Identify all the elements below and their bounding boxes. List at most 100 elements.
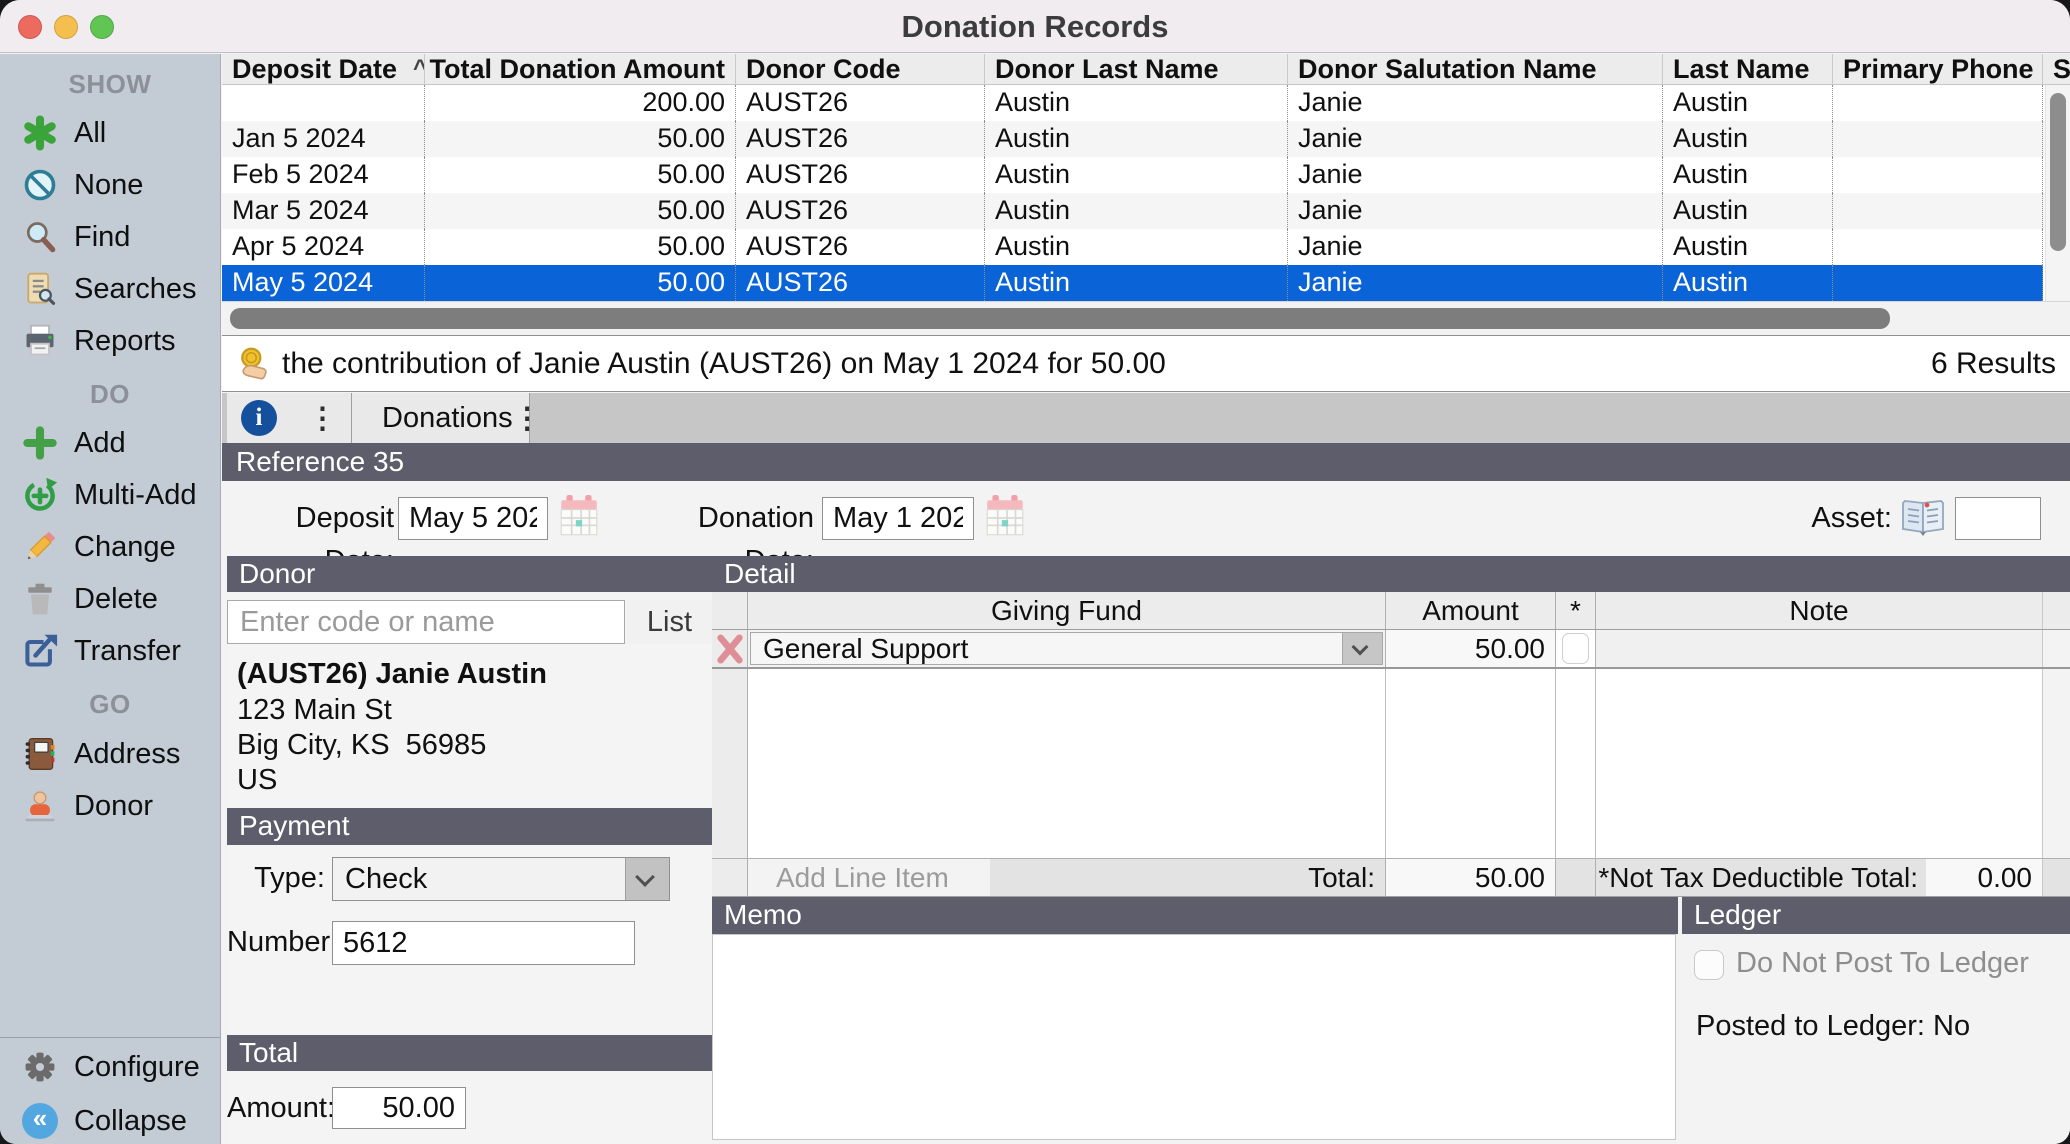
memo-input[interactable]: [712, 934, 1676, 1140]
cell-total: 50.00: [425, 193, 736, 229]
cell-donor-last-name: Austin: [985, 157, 1288, 193]
giving-fund-value: General Support: [751, 633, 1382, 664]
sidebar-item-all[interactable]: All: [0, 109, 220, 157]
sidebar-item-donor[interactable]: Donor: [0, 782, 220, 830]
horizontal-scrollbar[interactable]: [222, 301, 2070, 335]
payment-type-dropdown[interactable]: Check: [332, 857, 670, 901]
table-row-selected[interactable]: May 5 2024 50.00 AUST26 Austin Janie Aus…: [222, 265, 2070, 301]
column-header-primary-phone[interactable]: Primary Phone: [1833, 54, 2043, 84]
donor-icon: [20, 786, 60, 826]
sidebar-item-address[interactable]: Address: [0, 730, 220, 778]
donation-date-input[interactable]: [822, 497, 974, 540]
kebab-menu-icon[interactable]: ⋮: [513, 401, 542, 436]
vertical-scrollbar-thumb[interactable]: [2050, 93, 2066, 251]
asset-book-icon[interactable]: [1900, 499, 1946, 537]
cell-donor-code: AUST26: [736, 229, 985, 265]
sidebar-item-configure[interactable]: Configure: [0, 1043, 220, 1091]
sidebar-item-label: Transfer: [74, 635, 181, 668]
column-header-deposit-date[interactable]: Deposit Date^: [222, 54, 425, 84]
results-count: 6 Results: [1931, 347, 2056, 381]
asset-input[interactable]: [1955, 497, 2041, 540]
column-header-last-name[interactable]: Last Name: [1663, 54, 1833, 84]
sidebar-item-none[interactable]: None: [0, 161, 220, 209]
chevron-down-icon[interactable]: [625, 858, 669, 900]
table-row[interactable]: Apr 5 2024 50.00 AUST26 Austin Janie Aus…: [222, 229, 2070, 265]
red-x-icon: [715, 633, 745, 665]
deposit-date-input[interactable]: [398, 497, 548, 540]
memo-section: Memo: [712, 897, 1678, 1144]
kebab-menu-icon[interactable]: ⋮: [308, 401, 337, 436]
sidebar-item-transfer[interactable]: Transfer: [0, 627, 220, 675]
list-header-row: Deposit Date^ Total Donation Amount Dono…: [222, 54, 2070, 85]
column-header-donor-code[interactable]: Donor Code: [736, 54, 985, 84]
sidebar-item-collapse[interactable]: « Collapse: [0, 1097, 220, 1144]
giving-fund-dropdown[interactable]: General Support: [750, 632, 1383, 665]
donation-date-label: Donation Date:: [642, 497, 814, 540]
sidebar-section-do: DO: [0, 374, 220, 414]
donation-date-calendar-icon[interactable]: [984, 495, 1026, 541]
tab-bar: i ⋮ Donations ⋮: [222, 393, 2070, 443]
sidebar-item-label: Add: [74, 427, 126, 460]
not-tax-deductible-checkbox[interactable]: [1562, 633, 1589, 664]
column-header-clipped[interactable]: S: [2043, 54, 2070, 84]
donor-address-line: Big City, KS 56985: [237, 729, 486, 762]
detail-section: Detail Giving Fund Amount * Note General…: [712, 556, 2070, 897]
cell-last-name: Austin: [1663, 157, 1833, 193]
sidebar-item-find[interactable]: Find: [0, 213, 220, 261]
table-row[interactable]: Mar 5 2024 50.00 AUST26 Austin Janie Aus…: [222, 193, 2070, 229]
reference-header: Reference 35: [222, 443, 2070, 481]
horizontal-scrollbar-thumb[interactable]: [230, 308, 1890, 329]
sidebar-item-multi-add[interactable]: Multi-Add: [0, 471, 220, 519]
sidebar-item-change[interactable]: Change: [0, 523, 220, 571]
sidebar-item-add[interactable]: Add: [0, 419, 220, 467]
tab-donations[interactable]: Donations ⋮: [352, 393, 530, 443]
record-form-top: Deposit Date: Donation Date: Asset:: [222, 481, 2070, 556]
cell-deposit-date: Feb 5 2024: [222, 157, 425, 193]
cell-donor-last-name: Austin: [985, 265, 1288, 301]
sidebar-item-searches[interactable]: Searches: [0, 265, 220, 313]
chevron-down-icon[interactable]: [1342, 633, 1382, 664]
detail-column-star: *: [1556, 592, 1596, 629]
deposit-date-calendar-icon[interactable]: [558, 495, 600, 541]
list-body: 200.00 AUST26 Austin Janie Austin Jan 5 …: [222, 85, 2070, 301]
delete-line-item-button[interactable]: [712, 630, 748, 667]
table-row[interactable]: 200.00 AUST26 Austin Janie Austin: [222, 85, 2070, 121]
record-summary: the contribution of Janie Austin (AUST26…: [282, 347, 1166, 381]
ntd-total-label: *Not Tax Deductible Total:: [1598, 859, 1918, 896]
cell-deposit-date: [222, 85, 425, 121]
sidebar-item-label: Reports: [74, 325, 176, 358]
ntd-total-value: 0.00: [1926, 859, 2042, 896]
detail-section-header: Detail: [712, 556, 2070, 592]
detail-grid-empty-area: [712, 669, 2070, 858]
total-amount-input[interactable]: [332, 1087, 466, 1129]
column-header-donor-salutation-name[interactable]: Donor Salutation Name: [1288, 54, 1663, 84]
donor-search-input[interactable]: [227, 600, 625, 644]
donor-list-button[interactable]: List: [627, 600, 712, 644]
detail-grid-header: Giving Fund Amount * Note: [712, 592, 2070, 630]
table-row[interactable]: Jan 5 2024 50.00 AUST26 Austin Janie Aus…: [222, 121, 2070, 157]
payment-number-label: Number:: [227, 921, 325, 964]
sidebar-item-delete[interactable]: Delete: [0, 575, 220, 623]
cell-salutation: Janie: [1288, 229, 1663, 265]
delete-icon: [20, 579, 60, 619]
add-line-item-button[interactable]: Add Line Item: [748, 859, 990, 896]
detail-line-item-row: General Support 50.00: [712, 630, 2070, 669]
table-row[interactable]: Feb 5 2024 50.00 AUST26 Austin Janie Aus…: [222, 157, 2070, 193]
line-item-amount[interactable]: 50.00: [1386, 630, 1556, 667]
info-tab-segment[interactable]: i ⋮: [227, 393, 352, 443]
payment-number-input[interactable]: [332, 921, 635, 965]
status-bar: the contribution of Janie Austin (AUST26…: [222, 335, 2070, 392]
vertical-scrollbar[interactable]: [2045, 85, 2070, 301]
column-header-donor-last-name[interactable]: Donor Last Name: [985, 54, 1288, 84]
cell-primary-phone: [1833, 157, 2043, 193]
column-header-total-donation-amount[interactable]: Total Donation Amount: [425, 54, 736, 84]
info-icon[interactable]: i: [241, 400, 277, 436]
cell-donor-code: AUST26: [736, 121, 985, 157]
do-not-post-checkbox[interactable]: [1694, 950, 1724, 980]
sidebar-item-label: Configure: [74, 1051, 200, 1084]
selected-donor-name: (AUST26) Janie Austin: [237, 658, 547, 691]
change-icon: [20, 527, 60, 567]
sidebar-item-reports[interactable]: Reports: [0, 317, 220, 365]
line-item-note[interactable]: [1596, 630, 2043, 667]
reports-icon: [20, 321, 60, 361]
